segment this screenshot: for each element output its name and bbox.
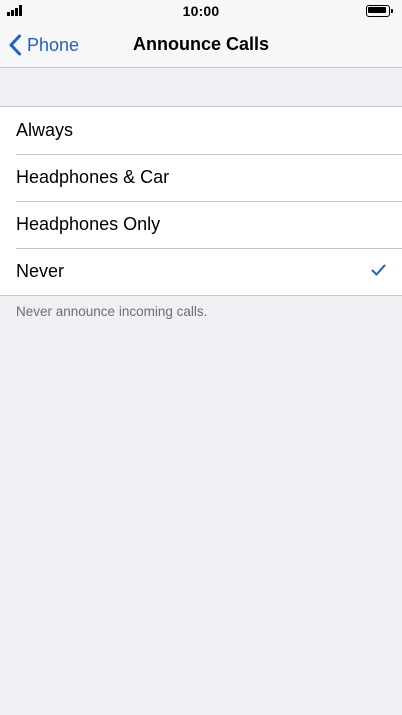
option-label: Headphones & Car bbox=[16, 167, 170, 187]
navigation-bar: Phone Announce Calls bbox=[0, 22, 402, 68]
footer-note: Never announce incoming calls. bbox=[16, 304, 208, 319]
option-headphones-and-car[interactable]: Headphones & Car bbox=[0, 154, 402, 201]
option-label: Never bbox=[16, 261, 65, 281]
option-label: Headphones Only bbox=[16, 214, 161, 234]
status-time: 10:00 bbox=[182, 3, 220, 19]
option-label: Always bbox=[16, 120, 74, 140]
checkmark-icon bbox=[371, 264, 386, 276]
option-never[interactable]: Never bbox=[0, 248, 402, 295]
status-bar: 10:00 bbox=[0, 0, 402, 22]
announce-options-list: Always Headphones & Car Headphones Only … bbox=[0, 106, 402, 296]
option-headphones-only[interactable]: Headphones Only bbox=[0, 201, 402, 248]
announce-calls-screen: 10:00 Phone Announce Calls Always Headph… bbox=[0, 0, 402, 715]
option-always[interactable]: Always bbox=[0, 107, 402, 154]
battery-icon bbox=[366, 5, 393, 17]
page-title: Announce Calls bbox=[132, 34, 270, 54]
